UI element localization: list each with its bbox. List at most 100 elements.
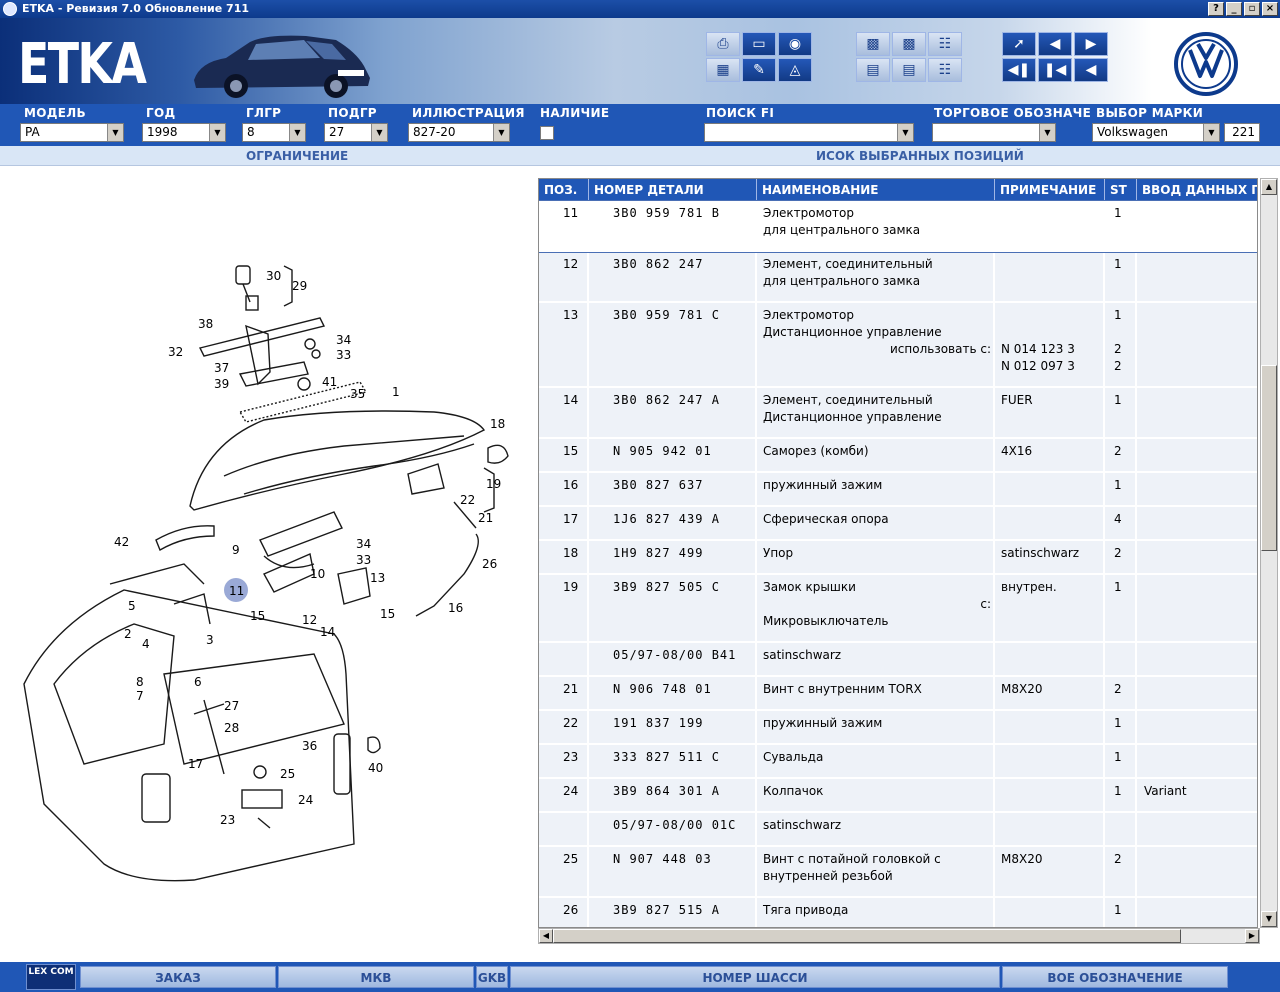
- callout-18[interactable]: 18: [490, 417, 505, 431]
- order-button[interactable]: ЗАКАЗ: [80, 966, 276, 988]
- main-group-select[interactable]: 8 ▼: [242, 123, 306, 142]
- selected-positions-tab[interactable]: ИСОК ВЫБРАННЫХ ПОЗИЦИЙ: [816, 149, 1024, 163]
- callout-34b[interactable]: 34: [356, 537, 371, 551]
- restore-button[interactable]: ▫: [1244, 2, 1260, 16]
- callout-5[interactable]: 5: [128, 599, 136, 613]
- callout-41[interactable]: 41: [322, 375, 337, 389]
- callout-7[interactable]: 7: [136, 689, 144, 703]
- callout-12[interactable]: 12: [302, 613, 317, 627]
- chevron-down-icon[interactable]: ▼: [897, 124, 913, 141]
- help-button[interactable]: ?: [1208, 2, 1224, 16]
- back-icon[interactable]: ◀: [1074, 58, 1108, 82]
- table-row[interactable]: 18 1H9 827 499 Упор satinschwarz 2: [539, 541, 1257, 575]
- pin-icon[interactable]: ➚: [1002, 32, 1036, 56]
- callout-28[interactable]: 28: [224, 721, 239, 735]
- callout-17[interactable]: 17: [188, 757, 203, 771]
- documents-icon[interactable]: ▤: [892, 58, 926, 82]
- chevron-down-icon[interactable]: ▼: [493, 124, 509, 141]
- keyboard-icon[interactable]: ▦: [706, 58, 740, 82]
- callout-10[interactable]: 10: [310, 567, 325, 581]
- pencil-icon[interactable]: ✎: [742, 58, 776, 82]
- brand-select[interactable]: Volkswagen ▼: [1092, 123, 1220, 142]
- callout-27[interactable]: 27: [224, 699, 239, 713]
- gkb-button[interactable]: GKB: [476, 966, 508, 988]
- callout-15b[interactable]: 15: [380, 607, 395, 621]
- table-row[interactable]: 14 3B0 862 247 A Элемент, соединительный Ди…: [539, 388, 1257, 439]
- search-fi-select[interactable]: ▼: [704, 123, 914, 142]
- chevron-down-icon[interactable]: ▼: [1039, 124, 1055, 141]
- callout-42[interactable]: 42: [114, 535, 129, 549]
- restriction-tab[interactable]: ОГРАНИЧЕНИЕ: [246, 149, 348, 163]
- table-row[interactable]: 25 N 907 448 03 Винт с потайной головкой с…: [539, 847, 1257, 898]
- table-row[interactable]: 23 333 827 511 C Сувальда 1: [539, 745, 1257, 779]
- scroll-up-icon[interactable]: ▲: [1261, 179, 1277, 195]
- col-data-entry[interactable]: ВВОД ДАННЫХ ПО: [1137, 179, 1257, 201]
- prev-page-icon[interactable]: ◀: [1038, 32, 1072, 56]
- illustration-select[interactable]: 827-20 ▼: [408, 123, 510, 142]
- callout-14[interactable]: 14: [320, 625, 335, 639]
- table-row[interactable]: 15 N 905 942 01 Саморез (комби) 4X16 2: [539, 439, 1257, 473]
- table-row[interactable]: 17 1J6 827 439 A Сферическая опора 4: [539, 507, 1257, 541]
- col-part-number[interactable]: НОМЕР ДЕТАЛИ: [589, 179, 757, 201]
- callout-15[interactable]: 15: [250, 609, 265, 623]
- table-row[interactable]: 11 3B0 959 781 B Электромотор для центральн…: [539, 200, 1257, 253]
- binoculars-icon[interactable]: ◉: [778, 32, 812, 56]
- callout-23[interactable]: 23: [220, 813, 235, 827]
- scroll-right-icon[interactable]: ▶: [1245, 929, 1259, 943]
- first-icon[interactable]: ◀❚: [1002, 58, 1036, 82]
- cart-list-icon[interactable]: ☷: [928, 32, 962, 56]
- vertical-scrollbar[interactable]: ▲ ▼: [1260, 178, 1278, 928]
- close-button[interactable]: ×: [1262, 2, 1278, 16]
- parts-illustration[interactable]: 30 29 38 34 32 33 37 41 39 35 1 18 19 22…: [14, 244, 534, 884]
- next-page-icon[interactable]: ▶: [1074, 32, 1108, 56]
- designation-button[interactable]: ВОЕ ОБОЗНАЧЕНИЕ: [1002, 966, 1228, 988]
- callout-35[interactable]: 35: [350, 387, 365, 401]
- callout-40[interactable]: 40: [368, 761, 383, 775]
- table-row[interactable]: 16 3B0 827 637 пружинный зажим 1: [539, 473, 1257, 507]
- table-row[interactable]: 24 3B9 864 301 A Колпачок 1 Variant: [539, 779, 1257, 813]
- table-row[interactable]: 13 3B0 959 781 C Электромотор Дистанционное…: [539, 303, 1257, 388]
- col-qty[interactable]: ST: [1105, 179, 1137, 201]
- hscroll-thumb[interactable]: [553, 929, 1181, 943]
- year-select[interactable]: 1998 ▼: [142, 123, 226, 142]
- callout-4[interactable]: 4: [142, 637, 150, 651]
- callout-22[interactable]: 22: [460, 493, 475, 507]
- table-row[interactable]: 12 3B0 862 247 Элемент, соединительный для …: [539, 252, 1257, 303]
- callout-21[interactable]: 21: [478, 511, 493, 525]
- callout-3[interactable]: 3: [206, 633, 214, 647]
- workstation-icon[interactable]: ▤: [856, 58, 890, 82]
- callout-19[interactable]: 19: [486, 477, 501, 491]
- table-row[interactable]: 19 3B9 827 505 C Замок крышки Микровыключат…: [539, 575, 1257, 643]
- back-step-icon[interactable]: ❚◀: [1038, 58, 1072, 82]
- callout-29[interactable]: 29: [292, 279, 307, 293]
- chassis-number-button[interactable]: НОМЕР ШАССИ: [510, 966, 1000, 988]
- availability-checkbox[interactable]: [540, 126, 554, 140]
- callout-25[interactable]: 25: [280, 767, 295, 781]
- col-note[interactable]: ПРИМЕЧАНИЕ: [995, 179, 1105, 201]
- minimize-button[interactable]: _: [1226, 2, 1242, 16]
- model-select[interactable]: PA ▼: [20, 123, 124, 142]
- print-icon[interactable]: ⎙: [706, 32, 740, 56]
- table-row[interactable]: 22 191 837 199 пружинный зажим 1: [539, 711, 1257, 745]
- trade-name-select[interactable]: ▼: [932, 123, 1056, 142]
- table-row[interactable]: 05/97-08/00 01C satinschwarz: [539, 813, 1257, 847]
- callout-26[interactable]: 26: [482, 557, 497, 571]
- callout-13[interactable]: 13: [370, 571, 385, 585]
- horizontal-scrollbar[interactable]: ◀ ▶: [538, 928, 1260, 944]
- callout-6[interactable]: 6: [194, 675, 202, 689]
- sub-group-select[interactable]: 27 ▼: [324, 123, 388, 142]
- callout-24[interactable]: 24: [298, 793, 313, 807]
- callout-9[interactable]: 9: [232, 543, 240, 557]
- scroll-thumb[interactable]: [1261, 365, 1277, 551]
- callout-33b[interactable]: 33: [356, 553, 371, 567]
- chevron-down-icon[interactable]: ▼: [371, 124, 387, 141]
- mkv-button[interactable]: МКВ: [278, 966, 474, 988]
- car-icon[interactable]: ◬: [778, 58, 812, 82]
- table-row[interactable]: 21 N 906 748 01 Винт с внутренним TORX M8X2…: [539, 677, 1257, 711]
- table-row[interactable]: 26 3B9 827 515 A Тяга привода 1: [539, 898, 1257, 927]
- tailgate-panel[interactable]: [189, 410, 486, 511]
- col-pos[interactable]: ПОЗ.: [539, 179, 589, 201]
- callout-2[interactable]: 2: [124, 627, 132, 641]
- scroll-left-icon[interactable]: ◀: [539, 929, 553, 943]
- cart-icon[interactable]: ☷: [928, 58, 962, 82]
